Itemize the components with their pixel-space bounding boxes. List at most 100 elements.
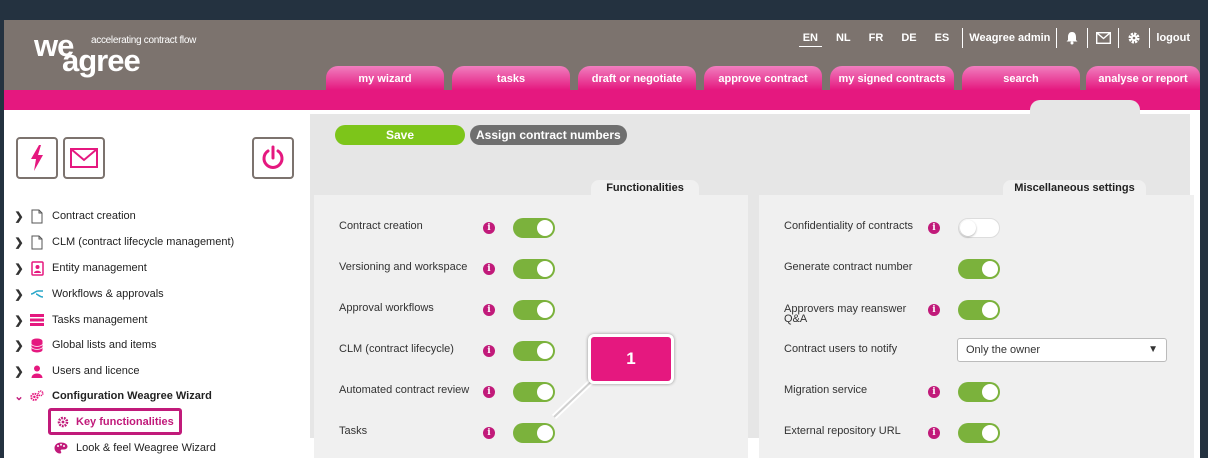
setting-label: Tasks (339, 425, 368, 437)
info-icon[interactable]: i (928, 222, 940, 234)
external-repo-toggle[interactable] (958, 423, 1000, 443)
toggle-knob (537, 425, 553, 441)
quick-action-button[interactable] (16, 137, 58, 179)
lang-es[interactable]: ES (931, 30, 954, 46)
tab-tasks[interactable]: tasks (452, 66, 570, 90)
generate-number-toggle[interactable] (958, 259, 1000, 279)
setting-row-migration: Migration service i (759, 376, 1194, 406)
chevron-right-icon: ❯ (14, 365, 24, 378)
tab-analyse-or-report[interactable]: analyse or report (1086, 66, 1200, 90)
tab-search[interactable]: search (962, 66, 1080, 90)
lang-de[interactable]: DE (897, 30, 920, 46)
sidebar-item-clm[interactable]: ❯ CLM (contract lifecycle management) (14, 232, 234, 252)
versioning-toggle[interactable] (513, 259, 555, 279)
toggle-knob (537, 302, 553, 318)
setting-row-external-repo: External repository URL i (759, 417, 1194, 447)
assign-contract-numbers-button[interactable]: Assign contract numbers (470, 125, 627, 145)
tab-my-wizard[interactable]: my wizard (326, 66, 444, 90)
logo-tagline: accelerating contract flow (91, 35, 197, 46)
select-value: Only the owner (966, 344, 1040, 356)
lightning-icon (31, 145, 43, 171)
tab-my-signed-contracts[interactable]: my signed contracts (830, 66, 954, 90)
setting-row-approval-workflows: Approval workflows i (314, 294, 748, 324)
user-name[interactable]: Weagree admin (967, 32, 1052, 44)
approval-workflows-toggle[interactable] (513, 300, 555, 320)
tab-approve-contract[interactable]: approve contract (704, 66, 822, 90)
users-to-notify-select[interactable]: Only the owner ▼ (957, 338, 1167, 362)
tasks-toggle[interactable] (513, 423, 555, 443)
gear-icon[interactable] (1125, 29, 1143, 47)
logout-power-button[interactable] (252, 137, 294, 179)
chevron-right-icon: ❯ (14, 236, 24, 249)
gears-icon (30, 388, 44, 404)
sidebar-item-contract-creation[interactable]: ❯ Contract creation (14, 206, 136, 226)
info-icon[interactable]: i (928, 427, 940, 439)
setting-row-tasks: Tasks i (314, 417, 748, 447)
reanswer-toggle[interactable] (958, 300, 1000, 320)
sidebar-item-configuration[interactable]: ⌄ Configuration Weagree Wizard (14, 386, 211, 406)
save-button[interactable]: Save (335, 125, 465, 145)
info-icon[interactable]: i (483, 427, 495, 439)
sidebar-subitem-key-functionalities[interactable]: Key functionalities (48, 408, 182, 435)
sidebar-item-users[interactable]: ❯ Users and licence (14, 361, 139, 381)
separator (1149, 28, 1151, 48)
sidebar-item-label: Tasks management (52, 314, 148, 326)
setting-row-automated-review: Automated contract review i (314, 376, 748, 406)
sidebar-item-entity-management[interactable]: ❯ Entity management (14, 258, 147, 278)
setting-label: Approval workflows (339, 302, 434, 314)
info-icon[interactable]: i (928, 304, 940, 316)
mail-icon[interactable] (1094, 29, 1112, 47)
toggle-knob (537, 220, 553, 236)
setting-label: Migration service (784, 384, 868, 396)
info-icon[interactable]: i (483, 345, 495, 357)
info-icon[interactable]: i (483, 222, 495, 234)
lang-en[interactable]: EN (798, 30, 822, 47)
sidebar-item-tasks-management[interactable]: ❯ Tasks management (14, 310, 147, 330)
separator (962, 28, 964, 48)
setting-row-generate-number: Generate contract number (759, 253, 1194, 283)
setting-label: Contract creation (339, 220, 423, 232)
setting-label: Automated contract review (339, 384, 470, 396)
sidebar-item-label: CLM (contract lifecycle management) (52, 236, 235, 248)
language-bar: EN NL FR DE ES Weagree admin logout (794, 28, 1192, 48)
misc-settings-section: Confidentiality of contracts i Generate … (759, 195, 1194, 458)
contact-card-icon (30, 260, 44, 276)
logout-link[interactable]: logout (1154, 32, 1192, 44)
toggle-knob (537, 261, 553, 277)
document-icon (30, 208, 44, 224)
misc-settings-tab: Miscellaneous settings (1003, 180, 1146, 196)
info-icon[interactable]: i (483, 304, 495, 316)
separator (1087, 28, 1089, 48)
confidentiality-toggle[interactable] (958, 218, 1000, 238)
sidebar-item-global-lists[interactable]: ❯ Global lists and items (14, 335, 157, 355)
sidebar-item-workflows[interactable]: ❯ Workflows & approvals (14, 284, 163, 304)
accent-bar (4, 90, 1200, 110)
power-icon (262, 145, 284, 169)
gear-icon (56, 414, 70, 430)
lang-fr[interactable]: FR (865, 30, 888, 46)
setting-row-confidentiality: Confidentiality of contracts i (759, 212, 1194, 242)
info-icon[interactable]: i (483, 263, 495, 275)
chevron-right-icon: ❯ (14, 288, 24, 301)
setting-label: External repository URL (784, 425, 901, 437)
sidebar-subitem-look-and-feel[interactable]: Look & feel Weagree Wizard (54, 437, 216, 458)
document-icon (30, 234, 44, 250)
setting-row-contract-creation: Contract creation i (314, 212, 748, 242)
tab-draft-or-negotiate[interactable]: draft or negotiate (578, 66, 696, 90)
bell-icon[interactable] (1063, 29, 1081, 47)
sidebar-item-label: Contract creation (52, 210, 136, 222)
messages-button[interactable] (63, 137, 105, 179)
contract-creation-toggle[interactable] (513, 218, 555, 238)
info-icon[interactable]: i (928, 386, 940, 398)
clm-toggle[interactable] (513, 341, 555, 361)
sidebar-item-label: Users and licence (52, 365, 140, 377)
lang-nl[interactable]: NL (832, 30, 855, 46)
chevron-right-icon: ❯ (14, 339, 24, 352)
migration-toggle[interactable] (958, 382, 1000, 402)
envelope-icon (70, 148, 98, 168)
dropdown-arrow-icon: ▼ (1148, 344, 1158, 355)
sidebar-subitem-label: Look & feel Weagree Wizard (76, 442, 216, 454)
info-icon[interactable]: i (483, 386, 495, 398)
chevron-right-icon: ❯ (14, 314, 24, 327)
toggle-knob (960, 220, 976, 236)
